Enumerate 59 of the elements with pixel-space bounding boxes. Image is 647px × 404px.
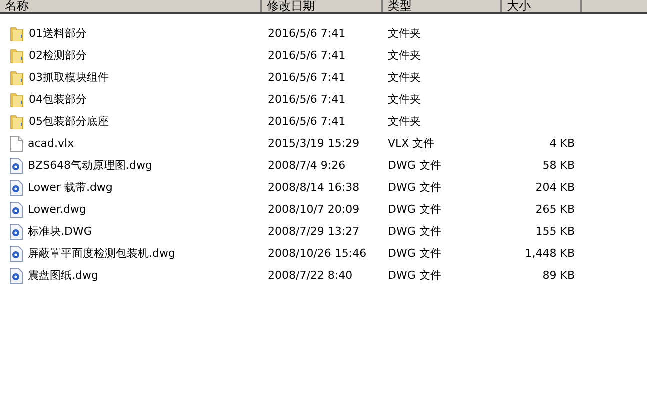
- folder-icon: [10, 114, 24, 130]
- file-type: DWG 文件: [388, 268, 442, 282]
- column-header[interactable]: 名称: [0, 0, 262, 12]
- file-name[interactable]: 05包装部分底座: [29, 114, 109, 130]
- drawing-file-icon: [10, 246, 23, 262]
- drawing-file-icon: [10, 224, 23, 240]
- drawing-file-icon: [10, 268, 23, 284]
- modified-date: 2008/8/14 16:38: [268, 180, 360, 194]
- folder-icon: [10, 92, 24, 108]
- file-size: 1,448 KB: [525, 246, 575, 260]
- modified-date: 2016/5/6 7:41: [268, 70, 346, 84]
- file-name[interactable]: BZS648气动原理图.dwg: [28, 158, 153, 174]
- modified-date: 2016/5/6 7:41: [268, 26, 346, 40]
- file-name[interactable]: 02检测部分: [29, 48, 87, 64]
- file-type: 文件夹: [388, 26, 421, 40]
- file-name[interactable]: 屏蔽罩平面度检测包装机.dwg: [28, 246, 176, 262]
- file-name[interactable]: Lower.dwg: [28, 202, 86, 218]
- modified-date: 2016/5/6 7:41: [268, 48, 346, 62]
- file-icon: [10, 136, 23, 152]
- modified-date: 2016/5/6 7:41: [268, 114, 346, 128]
- file-name[interactable]: acad.vlx: [28, 136, 74, 152]
- folder-icon: [10, 70, 24, 86]
- modified-date: 2008/7/29 13:27: [268, 224, 360, 238]
- drawing-file-icon: [10, 180, 23, 196]
- file-size: 89 KB: [542, 268, 575, 282]
- file-type: 文件夹: [388, 92, 421, 106]
- file-size: 265 KB: [536, 202, 575, 216]
- column-header[interactable]: 类型: [383, 0, 502, 12]
- file-type: DWG 文件: [388, 180, 442, 194]
- file-size: 4 KB: [550, 136, 575, 150]
- file-size: 155 KB: [536, 224, 575, 238]
- modified-date: 2008/10/26 15:46: [268, 246, 367, 260]
- file-type: DWG 文件: [388, 158, 442, 172]
- file-name[interactable]: 震盘图纸.dwg: [28, 268, 98, 284]
- modified-date: 2008/10/7 20:09: [268, 202, 360, 216]
- file-type: DWG 文件: [388, 246, 442, 260]
- file-type: 文件夹: [388, 70, 421, 84]
- drawing-file-icon: [10, 158, 23, 174]
- file-name[interactable]: 01送料部分: [29, 26, 87, 42]
- folder-icon: [10, 48, 24, 64]
- modified-date: 2008/7/4 9:26: [268, 158, 346, 172]
- file-type: DWG 文件: [388, 224, 442, 238]
- file-name[interactable]: 04包装部分: [29, 92, 87, 108]
- file-type: 文件夹: [388, 114, 421, 128]
- file-size: 58 KB: [542, 158, 575, 172]
- folder-icon: [10, 26, 24, 42]
- modified-date: 2008/7/22 8:40: [268, 268, 353, 282]
- file-type: VLX 文件: [388, 136, 435, 150]
- drawing-file-icon: [10, 202, 23, 218]
- modified-date: 2016/5/6 7:41: [268, 92, 346, 106]
- file-type: 文件夹: [388, 48, 421, 62]
- file-name[interactable]: 标准块.DWG: [28, 224, 92, 240]
- column-header[interactable]: 大小: [502, 0, 582, 12]
- file-type: DWG 文件: [388, 202, 442, 216]
- modified-date: 2015/3/19 15:29: [268, 136, 360, 150]
- file-name[interactable]: Lower 载带.dwg: [28, 180, 113, 196]
- file-name[interactable]: 03抓取模块组件: [29, 70, 109, 86]
- file-size: 204 KB: [536, 180, 575, 194]
- column-header[interactable]: 修改日期: [262, 0, 383, 12]
